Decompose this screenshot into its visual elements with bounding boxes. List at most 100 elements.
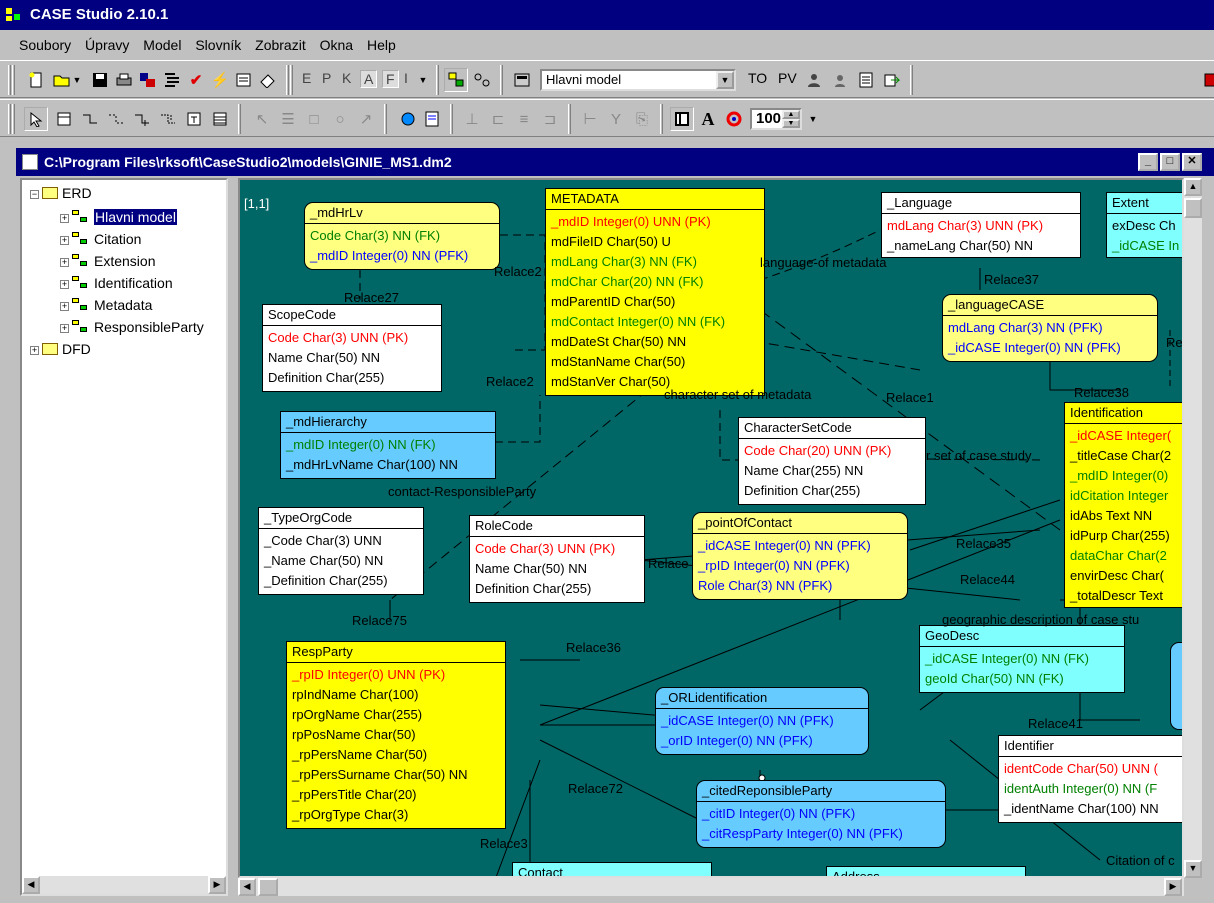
scroll-right-icon[interactable]: ▶ (208, 876, 226, 894)
pointer-icon[interactable] (24, 107, 48, 131)
relation-identifying-icon[interactable] (104, 107, 128, 131)
paste-format-icon[interactable]: ⎘ (630, 107, 654, 131)
entity-mdhrlv[interactable]: _mdHrLv Code Char(3) NN (FK) _mdID Integ… (304, 202, 500, 270)
tree-horizontal-scrollbar[interactable]: ◀ ▶ (22, 876, 226, 894)
tree-item-citation[interactable]: + Citation (60, 228, 141, 250)
user-icon[interactable] (802, 68, 826, 92)
tree-node-dfd[interactable]: + DFD (30, 338, 91, 360)
draw-circle-icon[interactable]: ○ (328, 107, 352, 131)
entity-view-icon[interactable] (444, 68, 468, 92)
same-width-icon[interactable]: ⊢ (578, 107, 602, 131)
entity-contact[interactable]: Contact (512, 862, 712, 876)
user-settings-icon[interactable] (828, 68, 852, 92)
exit-icon[interactable] (1198, 68, 1214, 92)
toolbar-grip[interactable] (8, 104, 11, 134)
tree-item-hlavni-model[interactable]: + Hlavni model (60, 206, 178, 228)
entity-orlidentification[interactable]: _ORLidentification _idCASE Integer(0) NN… (655, 687, 869, 755)
filter-icon[interactable]: Y (604, 107, 628, 131)
entity-languagecase[interactable]: _languageCASE mdLang Char(3) NN (PFK) _i… (942, 294, 1158, 362)
zoom-field[interactable]: 100 ▲ ▼ (750, 108, 802, 130)
draw-pointer-icon[interactable]: ↖ (250, 107, 274, 131)
entity-extent[interactable]: Extent exDesc Ch _idCASE In (1106, 192, 1182, 258)
entity-tool-icon[interactable] (52, 107, 76, 131)
letters-dropdown-icon[interactable]: ▼ (416, 68, 430, 92)
scroll-right-icon[interactable]: ▶ (1164, 878, 1182, 896)
relation-self-icon[interactable] (156, 107, 180, 131)
zoom-down-icon[interactable]: ▼ (782, 119, 800, 128)
color-wheel-icon[interactable] (722, 107, 746, 131)
generate-icon[interactable] (136, 68, 160, 92)
model-icon[interactable] (510, 68, 534, 92)
print-icon[interactable] (112, 68, 136, 92)
entity-typeorgcode[interactable]: _TypeOrgCode _Code Char(3) UNN _Name Cha… (258, 507, 424, 595)
tree-node-erd[interactable]: − ERD (30, 182, 92, 204)
relation-nonidentifying-icon[interactable] (130, 107, 154, 131)
toggle-e-button[interactable]: E (302, 70, 311, 86)
entity-identification[interactable]: Identification _idCASE Integer( _titleCa… (1064, 402, 1182, 608)
eraser-icon[interactable] (256, 68, 280, 92)
entity-partial-right[interactable] (1170, 642, 1182, 730)
maximize-button[interactable]: □ (1160, 153, 1180, 171)
draw-lines-icon[interactable]: ☰ (276, 107, 300, 131)
pv-button[interactable]: PV (778, 70, 797, 86)
export-icon[interactable] (880, 68, 904, 92)
model-select[interactable]: Hlavni model ▼ (540, 69, 736, 91)
scroll-up-icon[interactable]: ▲ (1184, 178, 1202, 196)
toggle-f-button[interactable]: F (382, 70, 399, 88)
align-left-icon[interactable]: ⊏ (486, 107, 510, 131)
expand-icon[interactable]: + (60, 324, 69, 333)
relation-view-icon[interactable] (470, 68, 494, 92)
check-model-icon[interactable]: ✔ (184, 68, 208, 92)
align-bottom-icon[interactable]: ⊥ (460, 107, 484, 131)
entity-geodesc[interactable]: GeoDesc _idCASE Integer(0) NN (FK) geoId… (919, 625, 1125, 693)
menu-model[interactable]: Model (138, 32, 186, 58)
entity-citedreponsibleparty[interactable]: _citedReponsibleParty _citID Integer(0) … (696, 780, 946, 848)
minimize-button[interactable]: _ (1138, 153, 1158, 171)
align-right-icon[interactable]: ⊐ (538, 107, 562, 131)
expand-icon[interactable]: + (60, 258, 69, 267)
expand-icon[interactable]: + (30, 346, 39, 355)
new-file-icon[interactable] (24, 68, 48, 92)
frame-icon[interactable] (670, 107, 694, 131)
color-fill-icon[interactable] (396, 107, 420, 131)
toolbar-grip[interactable] (12, 104, 15, 134)
menu-slovnik[interactable]: Slovník (190, 32, 246, 58)
menu-zobrazit[interactable]: Zobrazit (250, 32, 311, 58)
lightning-icon[interactable]: ⚡ (208, 68, 232, 92)
collapse-icon[interactable]: − (30, 190, 39, 199)
note-tool-icon[interactable] (182, 107, 206, 131)
entity-pointofcontact[interactable]: _pointOfContact _idCASE Integer(0) NN (P… (692, 512, 908, 600)
relation-tool-icon[interactable] (78, 107, 102, 131)
scroll-left-icon[interactable]: ◀ (238, 878, 256, 896)
toggle-a-button[interactable]: A (360, 70, 378, 88)
diagram-canvas[interactable]: [1,1] _mdHrLv Code Char(3) NN (FK) _mdID… (238, 178, 1184, 878)
scroll-left-icon[interactable]: ◀ (22, 876, 40, 894)
menu-okna[interactable]: Okna (315, 32, 358, 58)
scroll-thumb[interactable] (258, 878, 278, 896)
properties-icon[interactable] (232, 68, 256, 92)
open-dropdown-icon[interactable]: ▼ (70, 68, 84, 92)
list-icon[interactable] (854, 68, 878, 92)
toggle-k-button[interactable]: K (342, 70, 351, 86)
entity-mdhierarchy[interactable]: _mdHierarchy _mdID Integer(0) NN (FK) _m… (280, 411, 496, 479)
zoom-up-icon[interactable]: ▲ (782, 110, 800, 119)
draw-line-icon[interactable]: ↗ (354, 107, 378, 131)
toolbar-grip[interactable] (8, 65, 11, 95)
draw-rectangle-icon[interactable]: □ (302, 107, 326, 131)
entity-address[interactable]: Address (826, 866, 1026, 876)
toggle-i-button[interactable]: I (404, 70, 408, 86)
menu-upravy[interactable]: Úpravy (80, 32, 134, 58)
entity-language[interactable]: _Language mdLang Char(3) UNN (PK) _nameL… (881, 192, 1081, 258)
table-tool-icon[interactable] (208, 107, 232, 131)
entity-identifier[interactable]: Identifier identCode Char(50) UNN ( iden… (998, 735, 1182, 823)
menu-help[interactable]: Help (362, 32, 401, 58)
entity-metadata[interactable]: METADATA _mdID Integer(0) UNN (PK) mdFil… (545, 188, 765, 396)
scroll-down-icon[interactable]: ▼ (1184, 860, 1202, 878)
save-icon[interactable] (88, 68, 112, 92)
entity-rolecode[interactable]: RoleCode Code Char(3) UNN (PK) Name Char… (469, 515, 645, 603)
text-style-icon[interactable]: A (696, 107, 720, 131)
toolbar-grip[interactable] (12, 65, 15, 95)
tree-item-metadata[interactable]: + Metadata (60, 294, 152, 316)
entity-respparty[interactable]: RespParty _rpID Integer(0) UNN (PK) rpIn… (286, 641, 506, 829)
expand-icon[interactable]: + (60, 236, 69, 245)
